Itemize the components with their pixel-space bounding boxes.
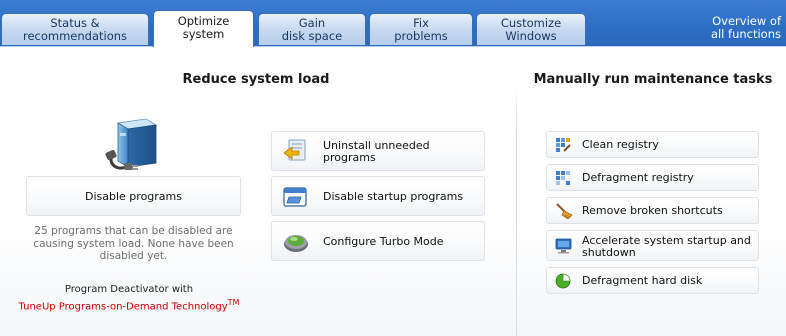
tab-label: problems	[394, 29, 448, 43]
uninstall-label: Uninstall unneeded programs	[323, 139, 430, 164]
remove-broken-shortcuts-label: Remove broken shortcuts	[582, 204, 723, 217]
defragment-hard-disk-label: Defragment hard disk	[582, 274, 703, 287]
defragment-hard-disk-button[interactable]: Defragment hard disk	[546, 267, 759, 294]
tab-label: disk space	[281, 29, 343, 43]
tab-label: recommendations	[22, 29, 128, 43]
defragment-registry-button[interactable]: Defragment registry	[546, 164, 759, 191]
turbo-mode-label: Configure Turbo Mode	[323, 235, 444, 248]
trademark-symbol: TM	[227, 298, 240, 307]
registry-defrag-icon	[555, 170, 571, 190]
startup-window-icon	[282, 185, 308, 213]
accelerate-startup-label: Accelerate system startup and shutdown	[582, 234, 751, 259]
turbo-mode-icon	[282, 230, 310, 258]
deactivator-caption: Program Deactivator with	[64, 284, 194, 295]
uninstall-unneeded-programs-button[interactable]: Uninstall unneeded programs	[271, 131, 485, 171]
programs-status-note: 25 programs that can be disabled are cau…	[33, 225, 234, 262]
overview-label: all functions	[710, 27, 781, 41]
disk-defrag-icon	[555, 273, 571, 293]
disable-programs-button[interactable]: Disable programs	[26, 176, 241, 216]
registry-clean-icon	[555, 137, 571, 157]
defragment-registry-label: Defragment registry	[582, 171, 694, 184]
tab-gain-disk-space[interactable]: Gain disk space	[258, 13, 366, 45]
tab-bar: Status & recommendations Optimize system…	[0, 0, 786, 47]
tab-optimize-system[interactable]: Optimize system	[153, 10, 254, 47]
broom-icon	[555, 203, 573, 223]
tab-label: Windows	[505, 29, 557, 43]
disable-programs-label: Disable programs	[85, 190, 182, 203]
tab-status-recommendations[interactable]: Status & recommendations	[1, 13, 149, 45]
tab-fix-problems[interactable]: Fix problems	[369, 13, 473, 45]
remove-broken-shortcuts-button[interactable]: Remove broken shortcuts	[546, 197, 759, 224]
reduce-system-load-heading: Reduce system load	[182, 72, 330, 87]
clean-registry-label: Clean registry	[582, 138, 659, 151]
column-divider	[516, 85, 517, 336]
disable-startup-programs-button[interactable]: Disable startup programs	[271, 176, 485, 216]
programs-on-demand-link[interactable]: TuneUp Programs-on-Demand Technology	[19, 301, 228, 312]
program-deactivator-icon	[104, 115, 164, 177]
monitor-icon	[555, 238, 573, 258]
tab-label: system	[182, 27, 225, 41]
overview-all-functions-link[interactable]: Overview of all functions	[711, 15, 781, 41]
uninstall-icon	[282, 138, 308, 168]
clean-registry-button[interactable]: Clean registry	[546, 131, 759, 158]
maintenance-tasks-heading: Manually run maintenance tasks	[533, 72, 773, 87]
accelerate-startup-shutdown-button[interactable]: Accelerate system startup and shutdown	[546, 230, 759, 261]
program-deactivator-note: Program Deactivator with TuneUp Programs…	[0, 283, 258, 313]
tab-customize-windows[interactable]: Customize Windows	[476, 13, 586, 45]
configure-turbo-mode-button[interactable]: Configure Turbo Mode	[271, 221, 485, 261]
disable-startup-label: Disable startup programs	[323, 190, 464, 203]
optimize-system-panel: Reduce system load Disable programs 25 p…	[0, 47, 786, 336]
